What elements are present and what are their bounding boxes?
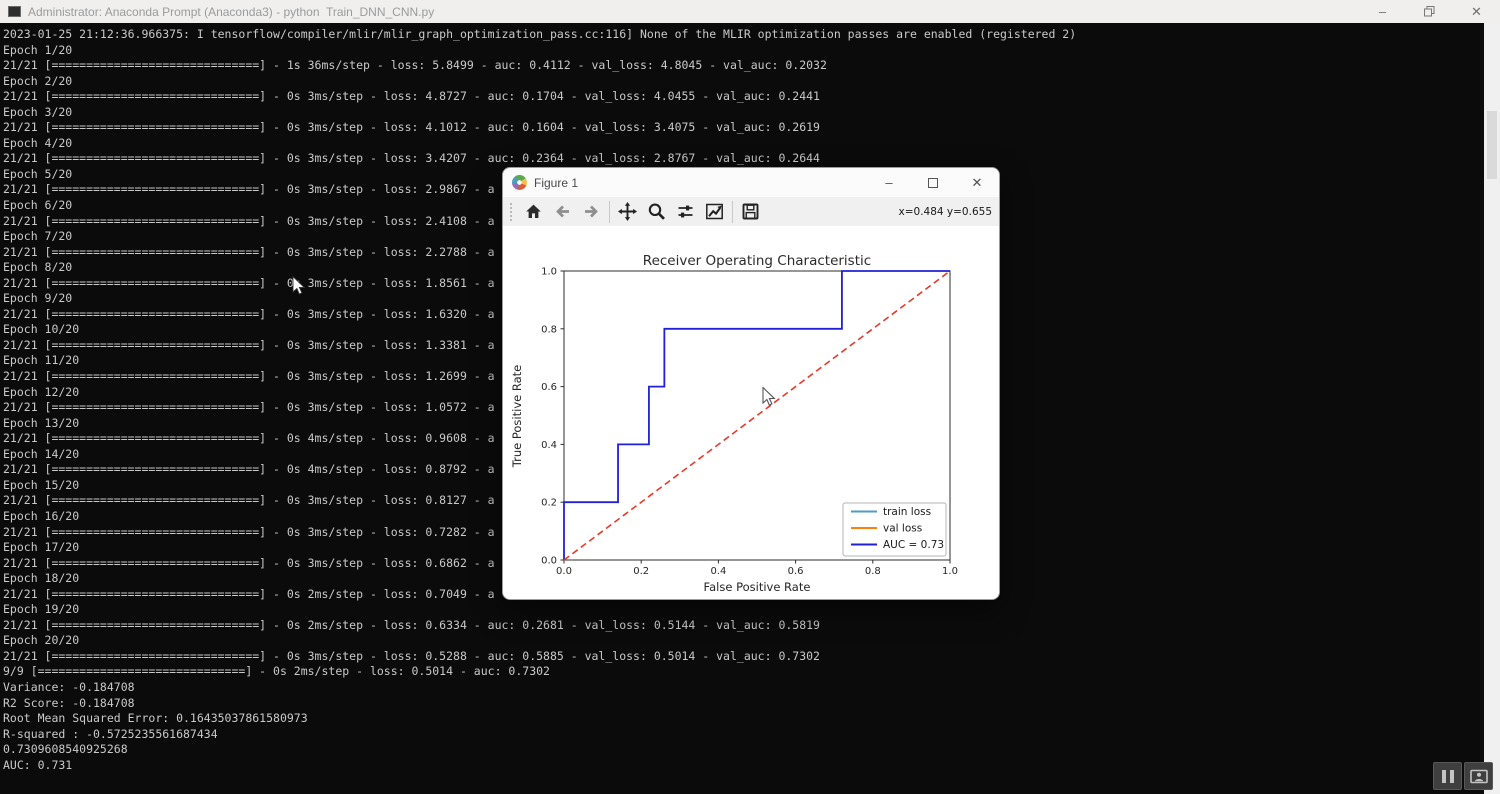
- y-axis-label: True Positive Rate: [510, 365, 524, 468]
- toolbar-edit-axes-button[interactable]: [700, 199, 729, 225]
- terminal-line: Variance: -0.184708: [3, 680, 1484, 696]
- terminal-line: Root Mean Squared Error: 0.1643503786158…: [3, 711, 1484, 727]
- y-tick-label: 0.6: [541, 382, 557, 393]
- y-tick-label: 1.0: [541, 267, 557, 278]
- x-tick-label: 0.6: [788, 566, 804, 577]
- figure-close-button[interactable]: ✕: [955, 168, 999, 197]
- matplotlib-logo-icon: [512, 175, 527, 190]
- pause-icon: [1450, 770, 1454, 783]
- toolbar-gripper[interactable]: [509, 202, 514, 222]
- chart-title: Receiver Operating Characteristic: [643, 253, 871, 269]
- console-app-icon: [8, 6, 21, 17]
- terminal-line: 21/21 [==============================] -…: [3, 151, 1484, 167]
- legend-label: AUC = 0.73: [883, 539, 944, 551]
- y-tick-label: 0.0: [541, 556, 557, 567]
- legend-label: val loss: [883, 523, 922, 535]
- x-tick-label: 1.0: [942, 566, 958, 577]
- figure-titlebar[interactable]: Figure 1 – ✕: [503, 168, 999, 197]
- picture-icon: [1470, 769, 1488, 784]
- magnifier-icon: [647, 202, 666, 221]
- toolbar-save-button[interactable]: [736, 199, 765, 225]
- toolbar-separator: [732, 201, 733, 223]
- mouse-cursor: [762, 387, 776, 407]
- x-tick-label: 0.0: [556, 566, 572, 577]
- maximize-icon: [928, 178, 938, 188]
- figure-maximize-button[interactable]: [911, 168, 955, 197]
- toolbar-separator: [609, 201, 610, 223]
- y-tick-label: 0.2: [541, 498, 557, 509]
- terminal-line: 21/21 [==============================] -…: [3, 120, 1484, 136]
- x-axis-label: False Positive Rate: [704, 580, 811, 594]
- scrollbar-thumb[interactable]: [1487, 111, 1497, 179]
- forward-arrow-icon: [582, 202, 601, 221]
- y-tick-label: 0.8: [541, 324, 557, 335]
- terminal-line: Epoch 2/20: [3, 74, 1484, 90]
- minimize-button[interactable]: –: [1359, 0, 1406, 23]
- toolbar-forward-button[interactable]: [577, 199, 606, 225]
- y-tick-label: 0.4: [541, 440, 557, 451]
- console-scrollbar[interactable]: [1484, 23, 1500, 794]
- sliders-icon: [676, 202, 695, 221]
- figure-minimize-button[interactable]: –: [867, 168, 911, 197]
- toolbar-home-button[interactable]: [519, 199, 548, 225]
- legend: train loss val loss AUC = 0.73: [843, 503, 946, 556]
- mouse-cursor: [292, 276, 306, 296]
- terminal-line: Epoch 19/20: [3, 602, 1484, 618]
- roc-plot: Receiver Operating Characteristic 0.0 0.2…: [503, 226, 999, 599]
- terminal-line: Epoch 1/20: [3, 43, 1484, 59]
- screen: Administrator: Anaconda Prompt (Anaconda…: [0, 0, 1500, 794]
- terminal-line: Epoch 4/20: [3, 136, 1484, 152]
- figure-window: Figure 1 – ✕: [502, 167, 1000, 600]
- recorder-controls: [1433, 762, 1493, 790]
- screenshot-button[interactable]: [1464, 762, 1493, 790]
- restore-icon: [1424, 6, 1435, 17]
- cursor-coords-readout: x=0.484 y=0.655: [899, 206, 999, 218]
- terminal-line: 0.7309608540925268: [3, 742, 1484, 758]
- figure-toolbar: x=0.484 y=0.655: [503, 197, 999, 226]
- terminal-line: 21/21 [==============================] -…: [3, 649, 1484, 665]
- x-tick-label: 0.4: [710, 566, 726, 577]
- terminal-line: R-squared : -0.5725235561687434: [3, 727, 1484, 743]
- toolbar-subplots-button[interactable]: [671, 199, 700, 225]
- terminal-line: Epoch 20/20: [3, 633, 1484, 649]
- console-window-title: Administrator: Anaconda Prompt (Anaconda…: [28, 5, 434, 19]
- terminal-line: 21/21 [==============================] -…: [3, 89, 1484, 105]
- terminal-line: 9/9 [==============================] - 0…: [3, 664, 1484, 680]
- terminal-line: 21/21 [==============================] -…: [3, 58, 1484, 74]
- toolbar-zoom-button[interactable]: [642, 199, 671, 225]
- save-icon: [741, 202, 760, 221]
- x-tick-label: 0.8: [865, 566, 881, 577]
- x-tick-label: 0.2: [633, 566, 649, 577]
- figure-window-title: Figure 1: [534, 176, 578, 190]
- back-arrow-icon: [553, 202, 572, 221]
- console-titlebar[interactable]: Administrator: Anaconda Prompt (Anaconda…: [0, 0, 1500, 23]
- figure-canvas[interactable]: Receiver Operating Characteristic 0.0 0.2…: [503, 226, 999, 599]
- home-icon: [524, 202, 543, 221]
- terminal-line: 21/21 [==============================] -…: [3, 618, 1484, 634]
- legend-label: train loss: [883, 506, 931, 518]
- terminal-line: R2 Score: -0.184708: [3, 696, 1484, 712]
- pause-icon: [1442, 770, 1446, 783]
- line-chart-icon: [705, 202, 724, 221]
- restore-button[interactable]: [1406, 0, 1453, 23]
- toolbar-back-button[interactable]: [548, 199, 577, 225]
- pan-icon: [618, 202, 637, 221]
- terminal-line: AUC: 0.731: [3, 758, 1484, 774]
- terminal-line: 2023-01-25 21:12:36.966375: I tensorflow…: [3, 27, 1484, 43]
- toolbar-pan-button[interactable]: [613, 199, 642, 225]
- close-button[interactable]: ✕: [1453, 0, 1500, 23]
- pause-button[interactable]: [1433, 762, 1462, 790]
- terminal-line: Epoch 3/20: [3, 105, 1484, 121]
